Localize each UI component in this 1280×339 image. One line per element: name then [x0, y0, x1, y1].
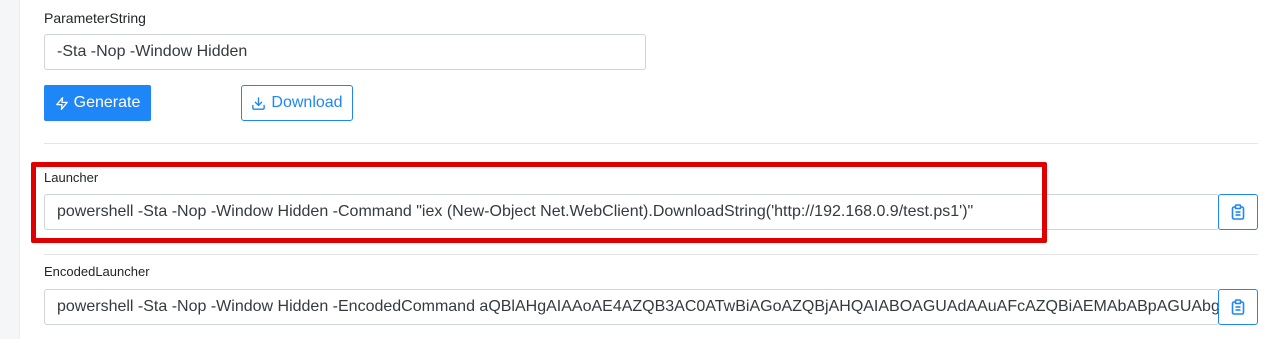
section-divider — [44, 143, 1258, 144]
encoded-launcher-input[interactable]: powershell -Sta -Nop -Window Hidden -Enc… — [44, 289, 1219, 325]
encoded-launcher-label: EncodedLauncher — [44, 264, 150, 279]
launcher-value: powershell -Sta -Nop -Window Hidden -Com… — [57, 203, 974, 220]
generate-button[interactable]: Generate — [44, 85, 151, 121]
section-divider — [44, 254, 1258, 255]
launcher-input[interactable]: powershell -Sta -Nop -Window Hidden -Com… — [44, 194, 1219, 230]
left-gutter — [0, 0, 20, 339]
launcher-label: Launcher — [44, 170, 99, 185]
generate-button-label: Generate — [73, 94, 141, 111]
parameter-string-input[interactable]: -Sta -Nop -Window Hidden — [44, 34, 646, 70]
clipboard-icon — [1231, 299, 1245, 315]
bolt-icon — [55, 96, 68, 110]
encoded-launcher-value: powershell -Sta -Nop -Window Hidden -Enc… — [57, 298, 1219, 315]
clipboard-icon — [1231, 204, 1245, 220]
parameter-string-label: ParameterString — [44, 10, 146, 26]
launcher-copy-button[interactable] — [1218, 194, 1258, 230]
download-button-label: Download — [271, 94, 343, 111]
parameter-string-value: -Sta -Nop -Window Hidden — [57, 43, 248, 60]
encoded-launcher-copy-button[interactable] — [1218, 289, 1258, 325]
download-icon — [252, 96, 266, 110]
download-button[interactable]: Download — [241, 85, 353, 121]
